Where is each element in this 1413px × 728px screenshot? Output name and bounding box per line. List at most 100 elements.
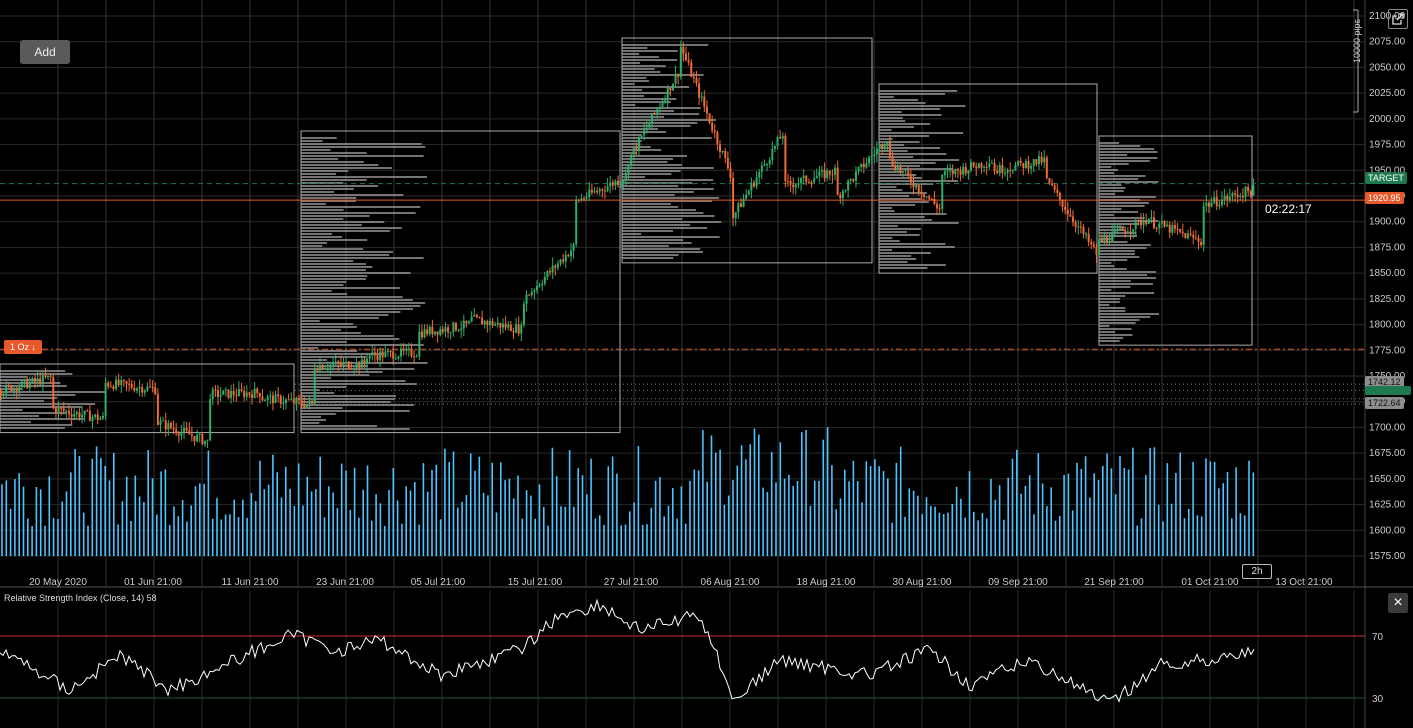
profile-bar — [1099, 154, 1128, 156]
profile-bar — [622, 221, 722, 223]
interval-selector[interactable]: 2h — [1242, 564, 1272, 579]
profile-bar — [879, 210, 895, 212]
candle-body — [5, 384, 8, 394]
time-axis-label: 15 Jul 21:00 — [508, 577, 563, 588]
profile-bar — [1099, 142, 1119, 144]
profile-bar — [301, 203, 326, 205]
profile-bar — [879, 102, 926, 104]
profile-bar — [622, 71, 661, 73]
candle-body — [507, 324, 510, 328]
candle-body — [569, 250, 572, 257]
candle-body — [1092, 244, 1095, 247]
candle-body — [1234, 193, 1237, 195]
profile-bar — [622, 230, 674, 232]
candle-body — [831, 174, 834, 176]
candle-body — [1132, 229, 1135, 232]
profile-bar — [879, 231, 907, 233]
candle-body — [62, 408, 65, 411]
profile-bar — [301, 359, 327, 361]
candle-body — [434, 331, 437, 335]
candle-body — [907, 170, 910, 176]
profile-bar — [622, 149, 662, 151]
profile-bar — [622, 125, 691, 127]
candle-body — [1053, 185, 1056, 190]
profile-bar — [879, 111, 902, 113]
candle-body — [18, 387, 21, 392]
profile-bar — [1099, 328, 1132, 330]
profile-bar — [879, 216, 925, 218]
candle-body — [538, 285, 541, 287]
profile-bar — [622, 191, 694, 193]
profile-bar — [622, 83, 635, 85]
price-axis-label: 1975.00 — [1369, 140, 1406, 151]
profile-bar — [1099, 268, 1127, 270]
profile-bar — [301, 230, 390, 232]
profile-bar — [622, 188, 714, 190]
profile-bar — [301, 170, 349, 172]
profile-bar — [301, 422, 320, 424]
profile-bar — [301, 416, 322, 418]
candle-body — [559, 259, 562, 264]
profile-bar — [301, 245, 323, 247]
candle-body — [23, 379, 26, 382]
profile-bar — [879, 201, 929, 203]
profile-bar — [622, 89, 643, 91]
profile-bar — [301, 257, 424, 259]
candle-body — [580, 198, 583, 201]
candle-body — [661, 101, 664, 107]
candle-body — [938, 208, 941, 210]
profile-bar — [622, 248, 701, 250]
candle-body — [1121, 228, 1124, 231]
candle-body — [60, 407, 63, 409]
profile-bar — [879, 114, 942, 116]
candle-body — [533, 290, 536, 292]
candle-body — [849, 179, 852, 181]
candle-body — [888, 141, 891, 158]
profile-bar — [879, 249, 893, 251]
candle-body — [996, 170, 999, 174]
profile-bar — [622, 224, 691, 226]
profile-bar — [0, 424, 73, 426]
profile-bar — [1099, 292, 1155, 294]
candle-body — [596, 191, 599, 193]
profile-bar — [301, 404, 415, 406]
profile-bar — [622, 257, 674, 259]
candle-body — [737, 203, 740, 213]
candle-body — [1027, 161, 1030, 169]
profile-bar — [622, 236, 720, 238]
candle-body — [1100, 239, 1103, 242]
add-button[interactable]: Add — [20, 40, 70, 64]
profile-bar — [1099, 181, 1159, 183]
candle-body — [1200, 241, 1203, 245]
candle-body — [83, 410, 86, 415]
candle-body — [143, 390, 146, 393]
candle-body — [622, 180, 625, 183]
profile-bar — [1099, 253, 1135, 255]
candle-body — [588, 189, 591, 198]
arrow-down-icon: ↓ — [31, 342, 37, 352]
profile-bar — [301, 224, 362, 226]
trading-chart[interactable]: 2100.002075.002050.002025.002000.001975.… — [0, 0, 1413, 728]
candle-body — [899, 166, 902, 172]
candle-body — [1252, 184, 1255, 196]
close-icon[interactable]: × — [1388, 593, 1408, 613]
candle-body — [196, 434, 199, 442]
candle-body — [444, 327, 447, 332]
order-marker[interactable]: 1 Oz ↓ — [4, 340, 43, 354]
profile-bar — [622, 203, 671, 205]
profile-bar — [301, 266, 373, 268]
popout-icon[interactable] — [1388, 9, 1408, 29]
profile-bar — [622, 68, 655, 70]
candle-body — [47, 375, 50, 378]
time-axis-label: 01 Oct 21:00 — [1181, 577, 1239, 588]
candle-body — [431, 326, 434, 335]
candle-body — [1158, 223, 1161, 228]
candle-body — [800, 178, 803, 184]
profile-bar — [1099, 313, 1159, 315]
profile-bar — [301, 161, 364, 163]
candle-body — [865, 163, 868, 168]
candle-body — [211, 389, 214, 400]
profile-bar — [622, 113, 700, 115]
candle-body — [54, 408, 57, 414]
candle-body — [473, 315, 476, 317]
